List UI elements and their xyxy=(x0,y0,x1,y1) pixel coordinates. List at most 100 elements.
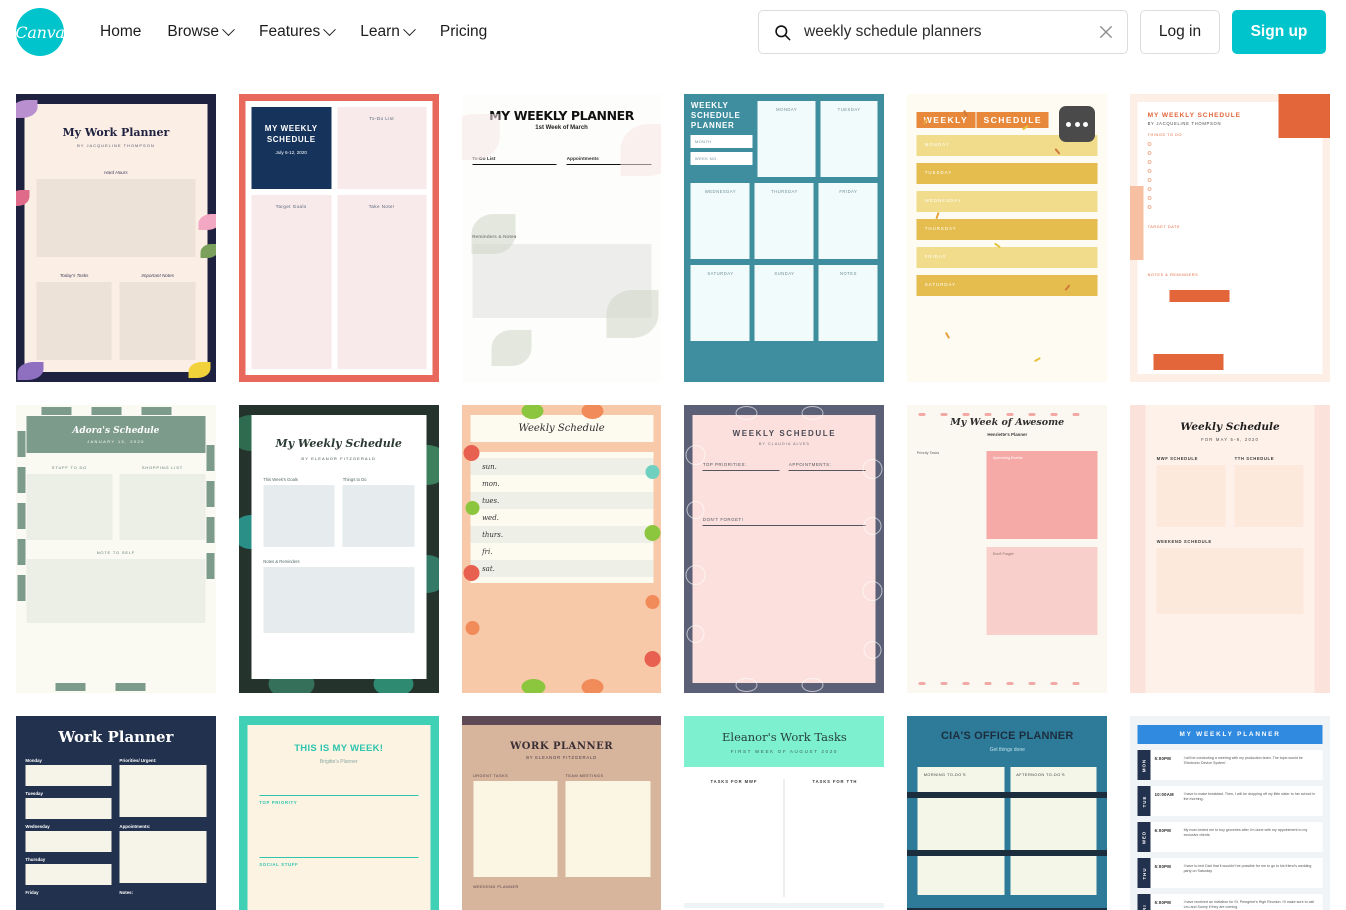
section-label: TEAM MEETINGS xyxy=(565,774,604,778)
chevron-down-icon xyxy=(323,22,337,36)
section-label: Upcoming Events xyxy=(986,451,1098,539)
template-thumbnail: MY WEEKLY PLANNER 1st Week of March To-D… xyxy=(461,94,662,382)
template-card[interactable]: My Work Planner BY JACQUELINE THOMPSON H… xyxy=(16,94,216,382)
more-options-button[interactable] xyxy=(1059,106,1096,142)
template-thumbnail: MY WEEKLY SCHEDULE BY JACQUELINE THOMPSO… xyxy=(1130,94,1330,382)
section-label: WEEKEND PLANNER xyxy=(473,885,519,889)
section-field xyxy=(26,474,113,540)
template-title: SCHEDULE xyxy=(690,111,741,120)
section-field xyxy=(565,781,651,877)
time-label: 6:00PM xyxy=(1154,828,1172,833)
template-card[interactable]: WEEKLY SCHEDULE MONDAY TUESDAY WEDNESDAY… xyxy=(907,94,1108,382)
section-label: WEEKEND SCHEDULE xyxy=(1156,539,1212,544)
template-card[interactable]: WEEKLY SCHEDULE PLANNER MONTH WEEK NO. M… xyxy=(684,94,885,382)
close-icon[interactable] xyxy=(1097,23,1115,41)
section-field xyxy=(26,559,206,623)
day-cell: WEDNESDAY xyxy=(690,183,750,259)
template-subtitle: FOR MAY 5-9, 2020 xyxy=(1201,437,1260,442)
day-label: Friday xyxy=(25,890,39,895)
nav-item-home[interactable]: Home xyxy=(100,23,141,41)
section-label: APPOINTMENTS: xyxy=(788,462,832,467)
section-label: NOTES & REMINDERS xyxy=(1147,273,1199,277)
template-title: SCHEDULE xyxy=(266,135,316,144)
template-card[interactable]: Weekly Schedule FOR MAY 5-9, 2020 MWF SC… xyxy=(1130,405,1330,693)
template-card[interactable]: MY WEEKLY PLANNER MON 5:00PM I will be c… xyxy=(1130,716,1330,910)
day-row: FRIDAY xyxy=(916,247,1098,268)
template-title: Work Planner xyxy=(58,728,174,746)
template-card[interactable]: MY WEEKLY PLANNER 1st Week of March To-D… xyxy=(461,94,662,382)
template-card[interactable]: MY WEEKLY SCHEDULE July 6-12, 2020 To-Do… xyxy=(238,94,439,382)
section-field xyxy=(263,567,415,633)
section-field xyxy=(36,179,196,257)
template-card[interactable]: WORK PLANNER BY ELEANOR FITZGERALD URGEN… xyxy=(461,716,662,910)
day-label: Tuesday xyxy=(25,791,43,796)
section-label: MWF SCHEDULE xyxy=(1156,456,1198,461)
section-label: Take Note! xyxy=(337,195,427,369)
template-card[interactable]: CIA'S OFFICE PLANNER Get things done MOR… xyxy=(907,716,1108,910)
search-bar[interactable]: weekly schedule planners xyxy=(758,10,1128,54)
day-cell: SATURDAY xyxy=(690,265,750,341)
template-title: My Work Planner xyxy=(62,126,170,139)
day-cell: SUNDAY xyxy=(754,265,814,341)
day-row: TUESDAY xyxy=(916,163,1098,184)
section-label: To-Do List xyxy=(337,107,427,189)
day-row: SATURDAY xyxy=(916,275,1098,296)
template-title: Adora's Schedule xyxy=(72,426,160,436)
day-row: sat. xyxy=(470,560,654,577)
template-title: My Week of Awesome xyxy=(950,417,1065,428)
entry-text: I have received an invitation for St. Pe… xyxy=(1183,900,1314,910)
section-label: Priorities/ Urgent: xyxy=(119,758,157,763)
template-card[interactable]: MY WEEKLY SCHEDULE BY JACQUELINE THOMPSO… xyxy=(1130,94,1330,382)
template-results-grid: My Work Planner BY JACQUELINE THOMPSON H… xyxy=(0,64,1346,910)
search-input[interactable]: weekly schedule planners xyxy=(804,23,1097,41)
entry-text: I have to text Dad that it wouldn't be p… xyxy=(1183,864,1312,874)
day-row: THURSDAY xyxy=(916,219,1098,240)
nav-item-learn[interactable]: Learn xyxy=(360,22,416,41)
nav-item-features[interactable]: Features xyxy=(259,22,337,41)
section-label: STUFF TO DO xyxy=(51,465,88,470)
section-label: NOTE TO SELF xyxy=(96,550,136,555)
template-thumbnail: Weekly Schedule FOR MAY 5-9, 2020 MWF SC… xyxy=(1130,405,1330,693)
day-label: THU xyxy=(1137,858,1151,888)
schedule-row: TUE 10:00AM I have to make breakfast. Th… xyxy=(1137,786,1323,816)
nav-item-browse[interactable]: Browse xyxy=(167,22,235,41)
template-thumbnail: THIS IS MY WEEK! Brigitte's Planner TOP … xyxy=(238,716,439,910)
canva-logo[interactable]: Canva xyxy=(15,8,65,56)
template-card[interactable]: Eleanor's Work Tasks FIRST WEEK OF AUGUS… xyxy=(684,716,885,910)
section-label: TOP PRIORITY xyxy=(259,800,298,805)
section-label: SOCIAL STUFF xyxy=(259,862,299,867)
template-card[interactable]: My Weekly Schedule BY ELEANOR FITZGERALD… xyxy=(238,405,439,693)
template-card[interactable]: THIS IS MY WEEK! Brigitte's Planner TOP … xyxy=(238,716,439,910)
section-label: Today's Tasks xyxy=(59,273,89,278)
signup-button[interactable]: Sign up xyxy=(1232,10,1326,54)
nav-item-pricing[interactable]: Pricing xyxy=(440,23,487,41)
template-card[interactable]: Work Planner Monday Tuesday Wednesday Th… xyxy=(16,716,216,910)
template-title: PLANNER xyxy=(690,121,735,130)
template-date: July 6-12, 2020 xyxy=(275,150,307,155)
section-label: TOP PRIORITIES: xyxy=(702,462,747,467)
template-card[interactable]: Weekly Schedule sun. mon. tues. wed. thu… xyxy=(461,405,662,693)
entry-text: My mom texted me to buy groceries after … xyxy=(1183,828,1308,838)
template-thumbnail: My Weekly Schedule BY ELEANOR FITZGERALD… xyxy=(238,405,439,693)
section-label: Hard Hours xyxy=(104,170,128,175)
section-field xyxy=(473,781,558,877)
template-byline: BY ELEANOR FITZGERALD xyxy=(526,755,597,760)
template-card[interactable]: My Week of Awesome Henriette's Planner P… xyxy=(907,405,1108,693)
section-label: Priority Tasks xyxy=(916,451,940,455)
template-thumbnail: Weekly Schedule sun. mon. tues. wed. thu… xyxy=(461,405,662,693)
header-actions: weekly schedule planners Log in Sign up xyxy=(758,0,1326,64)
day-cell: MONDAY xyxy=(757,101,816,177)
schedule-row: THU 5:00PM I have to text Dad that it wo… xyxy=(1137,858,1323,888)
template-card[interactable]: WEEKLY SCHEDULE BY CLAUDIA ALVES TOP PRI… xyxy=(684,405,885,693)
day-row: mon. xyxy=(482,479,500,488)
login-button[interactable]: Log in xyxy=(1140,10,1220,54)
section-label: MORNING TO-DO'S xyxy=(917,767,1005,895)
entry-text: I have to make breakfast. Then, I will b… xyxy=(1183,792,1316,802)
template-card[interactable]: Adora's Schedule JANUARY 15, 2020 STUFF … xyxy=(16,405,216,693)
template-byline: Henriette's Planner xyxy=(987,432,1028,437)
section-label: Notes & Reminders xyxy=(263,559,300,564)
day-label: WED xyxy=(1137,822,1151,852)
template-title: THIS IS MY WEEK! xyxy=(294,743,384,754)
template-byline: BY ELEANOR FITZGERALD xyxy=(301,456,377,461)
nav-label: Features xyxy=(259,23,321,40)
